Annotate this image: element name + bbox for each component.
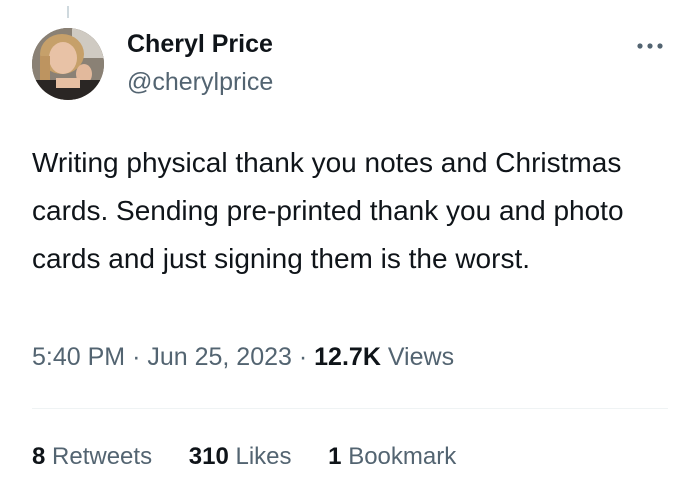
tweet-stats: 8 Retweets 310 Likes 1 Bookmark bbox=[32, 443, 486, 471]
avatar-photo bbox=[32, 28, 104, 100]
tweet-time[interactable]: 5:40 PM bbox=[32, 343, 125, 371]
more-horizontal-icon bbox=[637, 43, 663, 49]
likes-count: 310 bbox=[188, 443, 229, 470]
bookmarks-count: 1 bbox=[328, 443, 342, 470]
likes-label: Likes bbox=[235, 443, 292, 470]
bookmarks-label: Bookmark bbox=[348, 443, 457, 470]
avatar[interactable] bbox=[32, 28, 104, 100]
meta-separator: · bbox=[298, 343, 308, 371]
author-handle[interactable]: @cherylprice bbox=[127, 68, 273, 97]
retweets-count: 8 bbox=[32, 443, 46, 470]
views-count: 12.7K bbox=[314, 343, 381, 371]
tweet-text: Writing physical thank you notes and Chr… bbox=[32, 147, 624, 274]
meta-separator: · bbox=[132, 343, 141, 371]
divider bbox=[32, 408, 668, 409]
author-display-name[interactable]: Cheryl Price bbox=[127, 30, 273, 59]
thread-connector-line bbox=[67, 6, 69, 18]
views-label: Views bbox=[387, 343, 455, 371]
more-options-button[interactable] bbox=[630, 34, 670, 58]
retweets-stat[interactable]: 8 Retweets bbox=[32, 443, 152, 471]
tweet-date[interactable]: Jun 25, 2023 bbox=[147, 343, 292, 371]
likes-stat[interactable]: 310 Likes bbox=[189, 443, 292, 471]
retweets-label: Retweets bbox=[52, 443, 153, 470]
bookmarks-stat[interactable]: 1 Bookmark bbox=[328, 443, 456, 471]
tweet-meta: 5:40 PM · Jun 25, 2023 · 12.7K Views bbox=[32, 343, 454, 372]
